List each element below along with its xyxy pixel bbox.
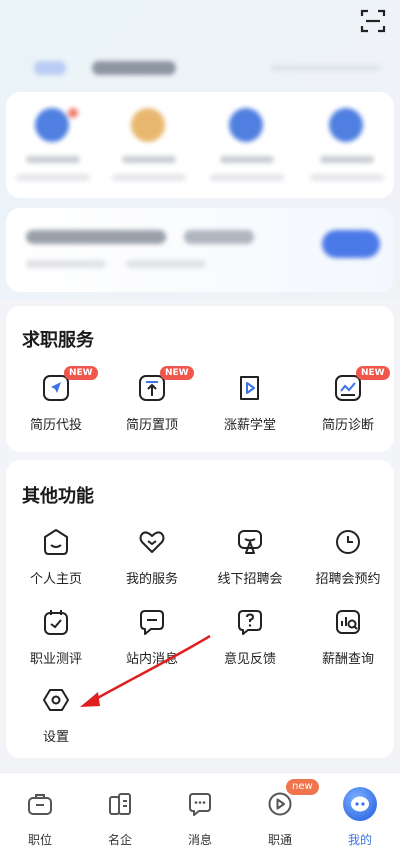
new-badge: NEW bbox=[356, 366, 390, 380]
feature-offline-job-fair[interactable]: 线下招聘会 bbox=[202, 528, 298, 598]
tab-label: 我的 bbox=[347, 833, 372, 847]
other-functions-card: 其他功能 个人主页 我的服务 线下招聘会 招聘会预约 职业测评 站内消息 意见反… bbox=[6, 460, 394, 758]
stat-item[interactable] bbox=[104, 106, 194, 186]
section-title: 其他功能 bbox=[22, 486, 94, 507]
play-circle-icon bbox=[268, 792, 292, 816]
feature-personal-homepage[interactable]: 个人主页 bbox=[8, 528, 104, 598]
service-resume-delivery[interactable]: NEW 简历代投 bbox=[8, 366, 104, 444]
feature-label: 意见反馈 bbox=[223, 652, 276, 667]
feature-label: 站内消息 bbox=[125, 652, 178, 667]
stat-item[interactable] bbox=[202, 106, 292, 186]
tab-label: 职位 bbox=[27, 833, 52, 847]
clock-icon bbox=[336, 530, 360, 554]
tab-label: 名企 bbox=[107, 833, 132, 847]
service-label: 简历置顶 bbox=[125, 418, 178, 433]
salary-search-icon bbox=[336, 610, 360, 634]
tab-jobs[interactable]: 职位 bbox=[0, 773, 80, 854]
feature-my-services[interactable]: 我的服务 bbox=[104, 528, 200, 598]
level-pill bbox=[34, 61, 66, 75]
new-badge: NEW bbox=[64, 366, 98, 380]
stat-item[interactable] bbox=[302, 106, 392, 186]
section-title: 求职服务 bbox=[22, 330, 94, 351]
message-icon bbox=[140, 610, 164, 635]
user-name bbox=[92, 61, 176, 75]
tab-companies[interactable]: 名企 bbox=[80, 773, 160, 854]
tab-zhitong[interactable]: new 职通 bbox=[240, 773, 320, 854]
feature-label: 薪酬查询 bbox=[321, 652, 374, 667]
profile-link[interactable] bbox=[270, 65, 380, 71]
service-label: 涨薪学堂 bbox=[223, 418, 276, 433]
feature-settings[interactable]: 设置 bbox=[8, 686, 104, 756]
booth-icon bbox=[238, 530, 262, 554]
scan-icon[interactable] bbox=[360, 8, 386, 34]
feature-salary-query[interactable]: 薪酬查询 bbox=[300, 608, 396, 678]
question-icon bbox=[238, 610, 262, 635]
settings-icon bbox=[43, 689, 69, 711]
service-salary-class[interactable]: 涨薪学堂 bbox=[202, 374, 298, 444]
feature-job-fair-booking[interactable]: 招聘会预约 bbox=[300, 528, 396, 598]
bottom-tab-bar: 职位 名企 消息 new 职通 我的 bbox=[0, 772, 400, 854]
feature-feedback[interactable]: 意见反馈 bbox=[202, 608, 298, 678]
feature-label: 我的服务 bbox=[125, 572, 178, 587]
company-icon bbox=[109, 793, 131, 815]
feature-label: 个人主页 bbox=[29, 572, 82, 587]
new-badge: new bbox=[286, 779, 319, 795]
play-book-icon bbox=[240, 376, 259, 400]
feature-label: 设置 bbox=[42, 730, 69, 745]
service-resume-top[interactable]: NEW 简历置顶 bbox=[104, 366, 200, 444]
heart-icon bbox=[139, 531, 165, 553]
feature-label: 职业测评 bbox=[29, 652, 82, 667]
service-resume-diagnosis[interactable]: NEW 简历诊断 bbox=[300, 366, 396, 444]
new-badge: NEW bbox=[160, 366, 194, 380]
banner-button[interactable] bbox=[322, 230, 380, 258]
stats-card bbox=[6, 92, 394, 198]
home-face-icon bbox=[44, 529, 68, 555]
calendar-check-icon bbox=[44, 610, 68, 635]
feature-career-assessment[interactable]: 职业测评 bbox=[8, 608, 104, 678]
feature-site-messages[interactable]: 站内消息 bbox=[104, 608, 200, 678]
tab-messages[interactable]: 消息 bbox=[160, 773, 240, 854]
service-label: 简历代投 bbox=[29, 418, 82, 433]
feature-label: 线下招聘会 bbox=[217, 572, 283, 587]
service-label: 简历诊断 bbox=[321, 418, 374, 433]
tab-me[interactable]: 我的 bbox=[320, 773, 400, 854]
job-service-card: 求职服务 NEW 简历代投 NEW 简历置顶 涨薪学堂 NEW 简历诊断 bbox=[6, 306, 394, 452]
chat-icon bbox=[189, 793, 211, 816]
profile-summary[interactable] bbox=[26, 54, 386, 82]
briefcase-icon bbox=[28, 794, 52, 815]
tab-label: 职通 bbox=[267, 833, 292, 847]
tab-label: 消息 bbox=[187, 833, 212, 847]
stat-item[interactable] bbox=[8, 106, 98, 186]
profile-avatar-icon bbox=[343, 787, 377, 821]
promo-banner[interactable] bbox=[6, 208, 394, 292]
feature-label: 招聘会预约 bbox=[315, 572, 381, 587]
